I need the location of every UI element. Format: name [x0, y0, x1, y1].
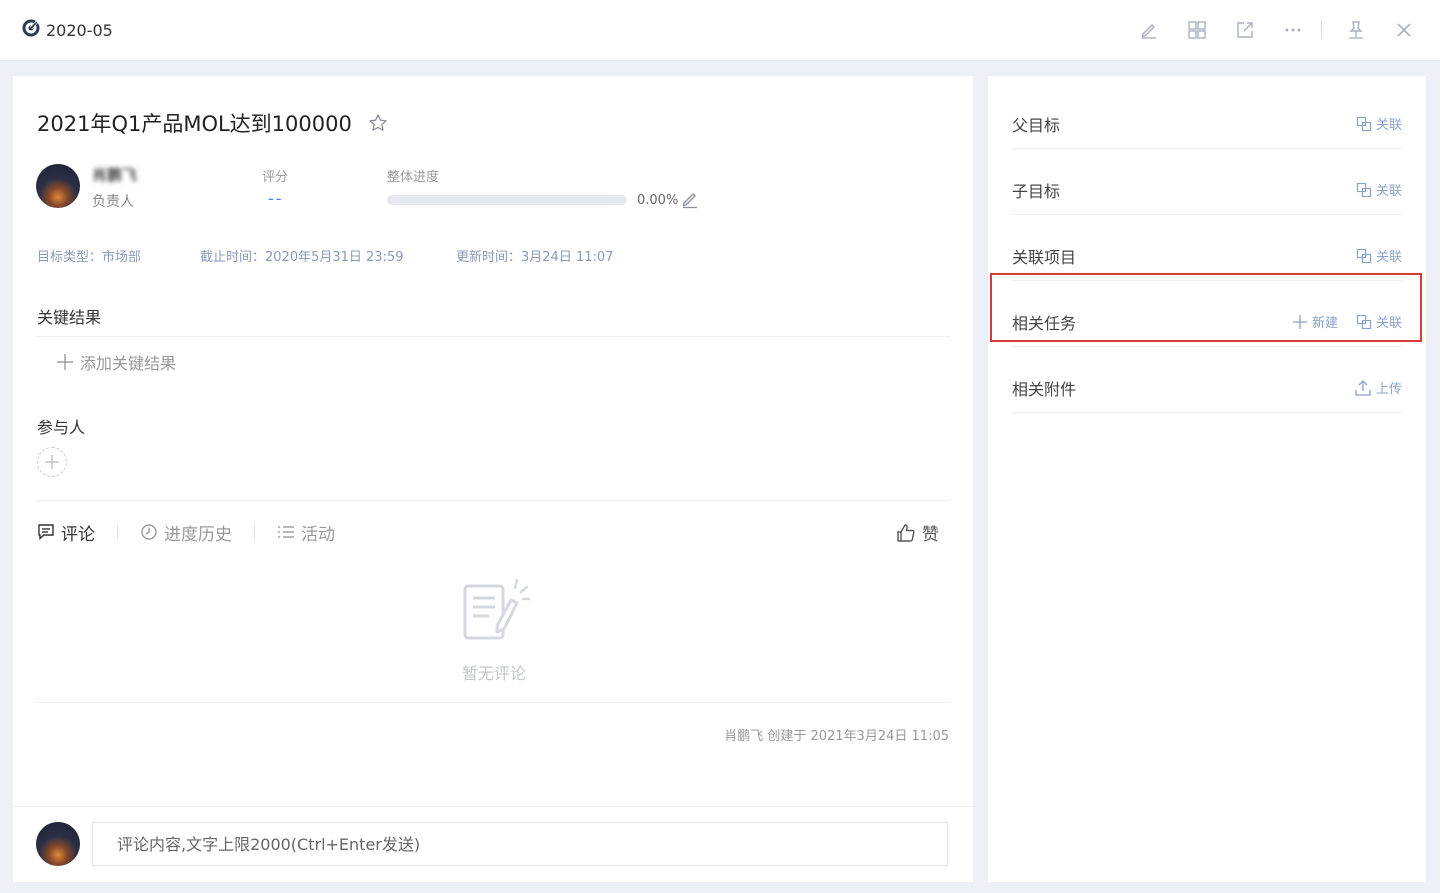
- key-results-title: 关键结果: [37, 308, 102, 327]
- comment-input[interactable]: [92, 822, 948, 866]
- close-button[interactable]: [1390, 16, 1418, 44]
- empty-comments-text: 暂无评论: [461, 664, 526, 683]
- relation-row-attachments: 相关附件 上传: [1012, 352, 1402, 413]
- comment-icon: [38, 524, 54, 541]
- comment-composer: [13, 806, 973, 883]
- window-title-text: 2020-05: [46, 20, 113, 40]
- tab-divider: [117, 525, 118, 539]
- edit-progress-icon[interactable]: [680, 189, 700, 213]
- relation-title: 父目标: [1012, 116, 1061, 135]
- score-label: 评分: [262, 170, 289, 185]
- progress-bar: [387, 195, 627, 205]
- tab-comments[interactable]: 评论: [37, 520, 95, 545]
- link-label: 关联: [1375, 184, 1402, 199]
- link-label: 关联: [1375, 316, 1402, 331]
- divider: [36, 702, 950, 703]
- owner-name: 肖鹏飞: [92, 166, 138, 184]
- tab-comments-label: 评论: [61, 524, 95, 545]
- link-icon: [1356, 182, 1372, 197]
- list-icon: [278, 526, 294, 538]
- window-toolbar: [1115, 16, 1418, 44]
- link-parent-goal-button[interactable]: 关联: [1356, 114, 1402, 133]
- plus-icon: [45, 455, 59, 469]
- pin-button[interactable]: [1342, 16, 1370, 44]
- detail-tabs: 评论 进度历史 活动: [37, 520, 335, 545]
- goal-type: 目标类型：市场部: [37, 250, 142, 265]
- link-label: 关联: [1375, 118, 1402, 133]
- owner-role-label: 负责人: [92, 194, 134, 210]
- progress-label: 整体进度: [387, 170, 440, 185]
- link-child-goal-button[interactable]: 关联: [1356, 180, 1402, 199]
- created-by-text: 肖鹏飞 创建于 2021年3月24日 11:05: [724, 729, 949, 744]
- divider: [36, 500, 950, 501]
- target-icon: [22, 19, 40, 41]
- divider: [36, 336, 950, 337]
- upload-label: 上传: [1375, 382, 1402, 397]
- top-bar: 2020-05: [0, 0, 1440, 61]
- upload-attachment-button[interactable]: 上传: [1354, 378, 1402, 397]
- relations-panel: 父目标 关联 子目标 关联 关联项目 关联 相关任务 新建 关联 相关附件 上传: [988, 76, 1426, 882]
- relation-row-tasks: 相关任务 新建 关联: [1012, 286, 1402, 347]
- link-icon: [1356, 314, 1372, 329]
- history-icon: [141, 524, 157, 540]
- like-label: 赞: [922, 525, 939, 545]
- pencil-icon: [1141, 24, 1156, 39]
- score-value[interactable]: --: [268, 189, 284, 208]
- toolbar-divider: [1321, 21, 1322, 39]
- more-dots-icon: [1285, 28, 1301, 32]
- goal-deadline: 截止时间：2020年5月31日 23:59: [200, 250, 404, 265]
- open-external-button[interactable]: [1231, 16, 1259, 44]
- goal-detail-panel: 2021年Q1产品MOL达到100000 肖鹏飞 负责人 评分 -- 整体进度 …: [13, 76, 973, 882]
- link-icon: [1356, 248, 1372, 263]
- participants-title: 参与人: [37, 418, 86, 437]
- add-key-result-button[interactable]: 添加关键结果: [56, 350, 176, 374]
- plus-icon: [1292, 314, 1307, 329]
- goal-title: 2021年Q1产品MOL达到100000: [37, 108, 388, 138]
- tab-progress-history-label: 进度历史: [164, 524, 232, 545]
- empty-comments-icon: [459, 576, 531, 646]
- goal-updated-time: 更新时间：3月24日 11:07: [456, 250, 614, 265]
- plus-icon: [57, 354, 73, 370]
- relation-title: 相关任务: [1012, 314, 1077, 333]
- new-label: 新建: [1311, 316, 1338, 331]
- more-button[interactable]: [1279, 16, 1307, 44]
- relation-row-parent-goal: 父目标 关联: [1012, 88, 1402, 149]
- relation-row-project: 关联项目 关联: [1012, 220, 1402, 281]
- tab-activity-label: 活动: [301, 524, 335, 545]
- external-link-icon: [1237, 22, 1253, 38]
- grid-icon: [1188, 21, 1206, 39]
- relation-title: 子目标: [1012, 182, 1061, 201]
- progress-percent: 0.00%: [637, 193, 679, 208]
- window-title: 2020-05: [22, 18, 113, 42]
- relation-title: 相关附件: [1012, 380, 1077, 399]
- new-task-button[interactable]: 新建: [1292, 312, 1338, 331]
- tab-divider: [254, 525, 255, 539]
- upload-icon: [1355, 379, 1371, 396]
- link-icon: [1356, 116, 1372, 131]
- tab-progress-history[interactable]: 进度历史: [140, 520, 232, 545]
- link-project-button[interactable]: 关联: [1356, 246, 1402, 265]
- grid-view-button[interactable]: [1183, 16, 1211, 44]
- close-icon: [1397, 23, 1411, 37]
- relation-title: 关联项目: [1012, 248, 1077, 267]
- pin-icon: [1349, 21, 1363, 39]
- add-key-result-label: 添加关键结果: [80, 354, 177, 373]
- owner-avatar: [36, 164, 80, 208]
- link-task-button[interactable]: 关联: [1356, 312, 1402, 331]
- thumb-up-icon: [897, 523, 915, 542]
- add-participant-button[interactable]: [37, 447, 67, 477]
- relation-row-child-goal: 子目标 关联: [1012, 154, 1402, 215]
- link-label: 关联: [1375, 250, 1402, 265]
- goal-title-text: 2021年Q1产品MOL达到100000: [37, 112, 352, 136]
- like-button[interactable]: 赞: [896, 520, 939, 545]
- current-user-avatar: [36, 822, 80, 866]
- edit-button[interactable]: [1135, 16, 1163, 44]
- tab-activity[interactable]: 活动: [277, 520, 335, 545]
- star-icon[interactable]: [368, 113, 388, 133]
